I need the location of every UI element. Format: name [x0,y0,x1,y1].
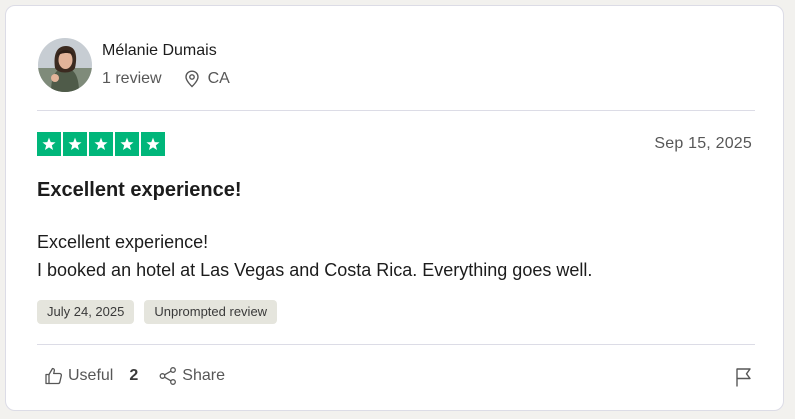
review-body-line: I booked an hotel at Las Vegas and Costa… [37,260,593,280]
useful-label: Useful [68,367,114,384]
star-icon [63,132,87,156]
reviewer-header: Mélanie Dumais 1 review CA [38,34,230,96]
reviewer-info: Mélanie Dumais 1 review CA [102,41,230,89]
avatar-image [38,38,92,92]
review-body-line: Excellent experience! [37,232,209,252]
star-icon [37,132,61,156]
review-actions: Useful 2 Share [44,366,225,386]
location-pin-icon [184,70,199,88]
star-icon [89,132,113,156]
share-icon [159,367,177,385]
review-tags: July 24, 2025 Unprompted review [37,300,278,324]
report-button[interactable] [733,366,755,388]
divider-top [37,110,755,111]
review-body: Excellent experience! I booked an hotel … [37,228,592,284]
star-icon [115,132,139,156]
reviewer-meta: 1 review CA [102,69,230,89]
experience-date-tag: July 24, 2025 [37,300,135,324]
thumbs-up-icon [45,367,63,385]
reviewer-location: CA [184,69,230,89]
unprompted-review-tag: Unprompted review [144,300,278,324]
reviewer-name[interactable]: Mélanie Dumais [102,41,230,61]
review-title: Excellent experience! [37,179,242,201]
review-count: 1 review [102,70,162,87]
useful-button[interactable]: Useful [44,366,113,386]
review-card: Mélanie Dumais 1 review CA Sep 15, 2025 … [5,5,784,411]
star-icon [141,132,165,156]
divider-bottom [37,344,755,345]
flag-icon [736,368,751,387]
star-rating [37,132,165,156]
useful-count: 2 [129,367,139,384]
share-button[interactable]: Share [158,366,225,386]
location-label: CA [207,70,230,87]
share-label: Share [182,367,225,384]
avatar[interactable] [38,38,92,92]
review-date: Sep 15, 2025 [654,135,752,152]
